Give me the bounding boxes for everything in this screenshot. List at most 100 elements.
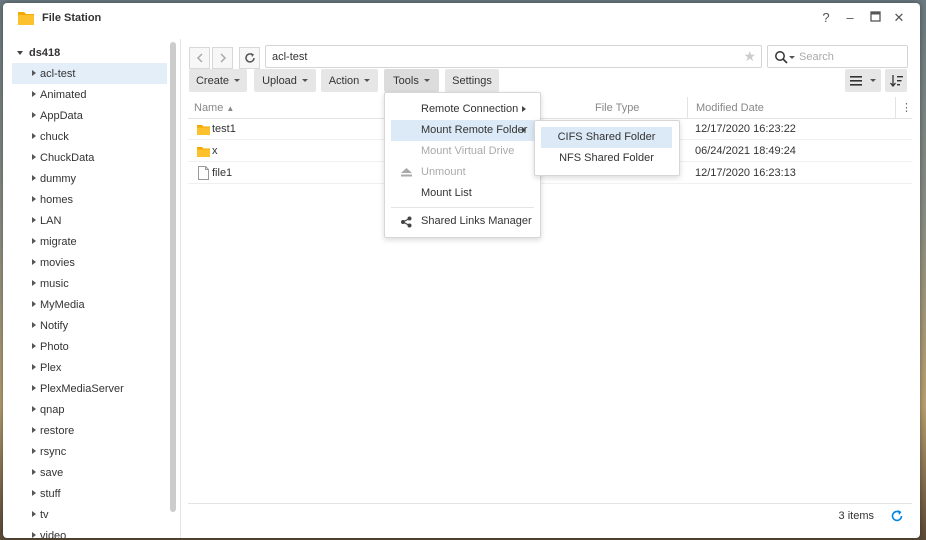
expand-caret-icon[interactable] <box>32 364 36 370</box>
sort-asc-icon: ▲ <box>226 104 235 113</box>
sidebar-item-label: PlexMediaServer <box>40 382 124 395</box>
status-footer: 3 items <box>188 503 912 527</box>
expand-caret-icon[interactable] <box>32 217 36 223</box>
column-name[interactable]: Name ▲ <box>188 97 234 119</box>
search-icon[interactable] <box>774 50 788 64</box>
column-modified-date[interactable]: Modified Date <box>690 97 764 119</box>
minimize-button[interactable]: – <box>842 10 858 26</box>
sidebar-scrollbar[interactable] <box>170 42 176 512</box>
expand-caret-icon[interactable] <box>32 133 36 139</box>
expand-caret-icon[interactable] <box>32 343 36 349</box>
expand-caret-icon[interactable] <box>32 427 36 433</box>
expand-caret-icon[interactable] <box>32 322 36 328</box>
sidebar-item-migrate[interactable]: migrate <box>12 231 167 252</box>
sidebar-item-photo[interactable]: Photo <box>12 336 167 357</box>
sidebar-item-save[interactable]: save <box>12 462 167 483</box>
tools-menu: Remote Connection Mount Remote Folder Mo… <box>384 92 541 238</box>
sidebar-item-rsync[interactable]: rsync <box>12 441 167 462</box>
folder-app-icon <box>18 12 34 25</box>
menu-item-cifs-shared-folder[interactable]: CIFS Shared Folder <box>541 127 672 148</box>
expand-caret-icon[interactable] <box>17 51 23 55</box>
expand-caret-icon[interactable] <box>32 196 36 202</box>
sidebar-item-movies[interactable]: movies <box>12 252 167 273</box>
expand-caret-icon[interactable] <box>32 154 36 160</box>
search-input[interactable]: Search <box>767 45 908 68</box>
expand-caret-icon[interactable] <box>32 259 36 265</box>
file-modified: 12/17/2020 16:23:13 <box>695 167 796 179</box>
menu-item-mount-remote-folder[interactable]: Mount Remote Folder <box>391 120 534 141</box>
sidebar-item-chuck[interactable]: chuck <box>12 126 167 147</box>
column-file-type[interactable]: File Type <box>589 97 639 119</box>
favorite-star-icon[interactable]: ★ <box>743 48 756 65</box>
sidebar-item-homes[interactable]: homes <box>12 189 167 210</box>
expand-caret-icon[interactable] <box>32 469 36 475</box>
expand-caret-icon[interactable] <box>32 175 36 181</box>
expand-caret-icon[interactable] <box>32 532 36 538</box>
menu-item-remote-connection[interactable]: Remote Connection <box>391 99 534 120</box>
sidebar-item-qnap[interactable]: qnap <box>12 399 167 420</box>
expand-caret-icon[interactable] <box>32 70 36 76</box>
sidebar-item-label: restore <box>40 424 75 437</box>
maximize-button[interactable] <box>867 10 883 26</box>
create-button[interactable]: Create <box>189 69 247 92</box>
path-field[interactable]: acl-test ★ <box>265 45 762 68</box>
tools-label: Tools <box>393 74 419 87</box>
tree-root-label: ds418 <box>29 47 61 59</box>
create-label: Create <box>195 74 230 87</box>
expand-caret-icon[interactable] <box>32 385 36 391</box>
chevron-right-icon <box>219 53 226 63</box>
upload-button[interactable]: Upload <box>254 69 316 92</box>
column-separator[interactable] <box>895 97 896 119</box>
view-mode-button[interactable] <box>845 69 881 92</box>
settings-button[interactable]: Settings <box>445 69 499 92</box>
sidebar-item-appdata[interactable]: AppData <box>12 105 167 126</box>
search-dropdown-caret-icon[interactable] <box>789 56 795 59</box>
expand-caret-icon[interactable] <box>32 406 36 412</box>
refresh-icon[interactable] <box>890 509 904 523</box>
sidebar-item-restore[interactable]: restore <box>12 420 167 441</box>
sidebar-item-acl-test[interactable]: acl-test <box>12 63 167 84</box>
expand-caret-icon[interactable] <box>32 301 36 307</box>
sidebar-item-stuff[interactable]: stuff <box>12 483 167 504</box>
back-button[interactable] <box>189 47 210 69</box>
forward-button[interactable] <box>212 47 233 69</box>
expand-caret-icon[interactable] <box>32 448 36 454</box>
expand-caret-icon[interactable] <box>32 280 36 286</box>
menu-item-shared-links-manager[interactable]: Shared Links Manager <box>391 211 534 232</box>
tree-root-ds418[interactable]: ds418 <box>17 44 60 62</box>
expand-caret-icon[interactable] <box>32 511 36 517</box>
tools-button[interactable]: Tools <box>384 69 439 92</box>
sidebar-item-notify[interactable]: Notify <box>12 315 167 336</box>
menu-item-unmount[interactable]: Unmount <box>391 162 534 183</box>
sidebar-item-mymedia[interactable]: MyMedia <box>12 294 167 315</box>
sidebar-divider[interactable] <box>180 39 181 538</box>
expand-caret-icon[interactable] <box>32 112 36 118</box>
sidebar-item-music[interactable]: music <box>12 273 167 294</box>
menu-item-mount-list[interactable]: Mount List <box>391 183 534 204</box>
sidebar-item-animated[interactable]: Animated <box>12 84 167 105</box>
sidebar-item-label: LAN <box>40 214 62 227</box>
menu-item-nfs-shared-folder[interactable]: NFS Shared Folder <box>541 148 672 169</box>
sidebar-item-plex[interactable]: Plex <box>12 357 167 378</box>
sidebar-item-plexmediaserver[interactable]: PlexMediaServer <box>12 378 167 399</box>
expand-caret-icon[interactable] <box>32 238 36 244</box>
expand-caret-icon[interactable] <box>32 490 36 496</box>
item-count: 3 items <box>838 510 874 522</box>
column-name-label: Name <box>194 102 224 114</box>
sidebar-item-lan[interactable]: LAN <box>12 210 167 231</box>
sort-icon <box>889 74 903 87</box>
column-options-icon[interactable]: ⋮ <box>897 97 912 119</box>
sidebar-item-tv[interactable]: tv <box>12 504 167 525</box>
sort-button[interactable] <box>885 69 907 92</box>
sidebar-item-video[interactable]: video <box>12 525 167 538</box>
refresh-button[interactable] <box>239 47 260 69</box>
close-button[interactable]: ✕ <box>891 10 907 26</box>
expand-caret-icon[interactable] <box>32 91 36 97</box>
menu-item-mount-virtual-drive[interactable]: Mount Virtual Drive <box>391 141 534 162</box>
sidebar-item-chuckdata[interactable]: ChuckData <box>12 147 167 168</box>
sidebar-item-label: homes <box>40 193 74 206</box>
column-separator[interactable] <box>687 97 688 119</box>
action-button[interactable]: Action <box>321 69 378 92</box>
help-button[interactable]: ? <box>818 10 834 26</box>
sidebar-item-dummy[interactable]: dummy <box>12 168 167 189</box>
